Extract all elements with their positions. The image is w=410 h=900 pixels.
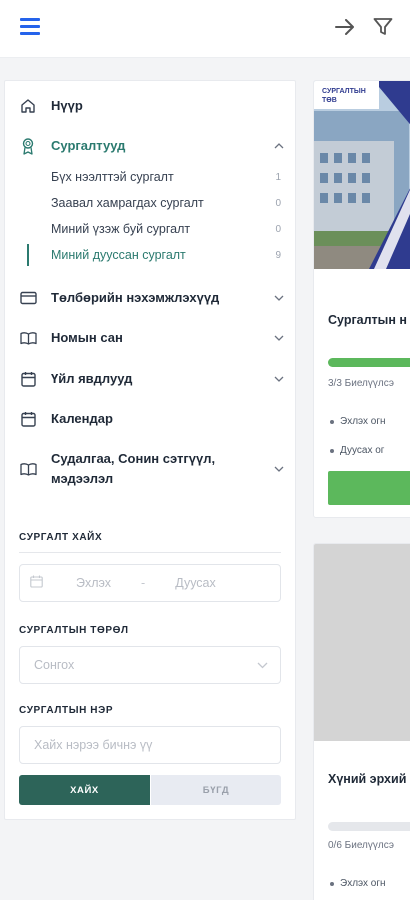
image-caption: СУРГАЛТЫН ТӨВ <box>322 87 366 105</box>
course-title[interactable]: Сургалтын н <box>328 313 407 327</box>
end-date-item: Дуусах ог <box>329 445 385 456</box>
course-action-button[interactable] <box>328 471 410 505</box>
submenu-label: Миний дууссан сургалт <box>51 248 186 262</box>
search-button[interactable]: ХАЙХ <box>19 775 150 805</box>
top-actions <box>332 14 396 40</box>
home-icon <box>19 97 37 115</box>
trainings-submenu: Бүх нээлттэй сургалт 1 Заавал хамрагдах … <box>25 164 285 268</box>
type-select-value: Сонгох <box>34 658 75 672</box>
type-select[interactable]: Сонгох <box>19 646 281 684</box>
name-input[interactable]: Хайх нэрээ бичнэ үү <box>19 726 281 764</box>
submenu-label: Заавал хамрагдах сургалт <box>51 196 204 210</box>
start-date-item: Эхлэх огн <box>330 878 386 889</box>
submenu-label: Миний үзэж буй сургалт <box>51 222 191 236</box>
sidebar: Нүүр Сургалтууд Бүх нээлттэй сургалт 1 З… <box>4 80 296 820</box>
chevron-up-icon[interactable] <box>273 140 285 152</box>
nav-item-calendar[interactable]: Календар <box>19 409 285 429</box>
chevron-down-icon[interactable] <box>273 373 285 385</box>
nav-item-events[interactable]: Үйл явдлууд <box>19 369 285 389</box>
chevron-down-icon[interactable] <box>273 292 285 304</box>
calendar-icon <box>19 410 37 428</box>
course-card[interactable]: СУРГАЛТЫН ТӨВ Сургалтын н 3/3 Биелүүлсэ … <box>313 80 410 518</box>
submenu-item-watching[interactable]: Миний үзэж буй сургалт 0 <box>25 216 285 242</box>
date-separator: - <box>141 576 146 590</box>
submenu-item-completed[interactable]: Миний дууссан сургалт 9 <box>25 242 285 268</box>
nav-label-research-line2: мэдээлэл <box>51 471 114 486</box>
search-section-title: СУРГАЛТ ХАЙХ <box>19 532 103 543</box>
nav-label-home: Нүүр <box>51 98 83 113</box>
nav-label-calendar: Календар <box>51 411 113 426</box>
progress-label: 0/6 Биелүүлсэ <box>328 840 394 851</box>
submenu-item-open[interactable]: Бүх нээлттэй сургалт 1 <box>25 164 285 190</box>
type-label: СУРГАЛТЫН ТӨРӨЛ <box>19 625 129 636</box>
progress-fill <box>328 358 410 367</box>
image-caption-line2: ТӨВ <box>322 97 337 104</box>
course-title[interactable]: Хүний эрхий <box>328 772 406 786</box>
submenu-count: 0 <box>275 223 281 235</box>
book-icon <box>19 460 37 478</box>
submenu-count: 1 <box>275 171 281 183</box>
filter-buttons: ХАЙХ БҮГД <box>19 775 281 805</box>
course-progress-bar <box>328 822 410 831</box>
submenu-count: 9 <box>275 249 281 261</box>
book-icon <box>19 329 37 347</box>
chevron-down-icon <box>257 658 268 672</box>
all-button[interactable]: БҮГД <box>150 775 281 805</box>
name-label: СУРГАЛТЫН НЭР <box>19 705 114 716</box>
nav-item-library[interactable]: Номын сан <box>19 328 285 348</box>
nav-label-research: Судалгаа, Сонин сэтгүүл, мэдээлэл <box>51 449 273 489</box>
course-card[interactable]: Хүний эрхий 0/6 Биелүүлсэ Эхлэх огн <box>313 543 410 900</box>
start-date-item: Эхлэх огн <box>330 416 386 427</box>
nav-label-payments: Төлбөрийн нэхэмжлэхүүд <box>51 290 220 305</box>
nav-item-trainings[interactable]: Сургалтууд <box>19 136 285 156</box>
nav-label-library: Номын сан <box>51 330 123 345</box>
chevron-down-icon[interactable] <box>273 332 285 344</box>
submenu-item-required[interactable]: Заавал хамрагдах сургалт 0 <box>25 190 285 216</box>
chevron-down-icon[interactable] <box>273 463 285 475</box>
submenu-label: Бүх нээлттэй сургалт <box>51 170 174 184</box>
nav-item-home[interactable]: Нүүр <box>19 96 285 116</box>
arrow-right-icon[interactable] <box>332 14 358 40</box>
date-end-input[interactable]: Дуусах <box>175 576 216 590</box>
filter-icon[interactable] <box>370 14 396 40</box>
nav-label-trainings: Сургалтууд <box>51 138 126 153</box>
nav-item-research[interactable]: Судалгаа, Сонин сэтгүүл, мэдээлэл <box>19 449 285 489</box>
date-range-field[interactable]: Эхлэх - Дуусах <box>19 564 281 602</box>
date-start-input[interactable]: Эхлэх <box>76 576 111 590</box>
progress-label: 3/3 Биелүүлсэ <box>328 378 394 389</box>
submenu-count: 0 <box>275 197 281 209</box>
hamburger-icon[interactable] <box>20 18 40 36</box>
nav-label-events: Үйл явдлууд <box>51 371 133 386</box>
credit-card-icon <box>19 289 37 307</box>
course-progress-bar <box>328 358 410 367</box>
divider <box>19 552 281 553</box>
course-image-placeholder <box>314 544 410 741</box>
nav-item-payments[interactable]: Төлбөрийн нэхэмжлэхүүд <box>19 288 285 308</box>
course-image: СУРГАЛТЫН ТӨВ <box>314 81 410 269</box>
calendar-icon <box>30 575 46 591</box>
calendar-icon <box>19 370 37 388</box>
nav-label-research-line1: Судалгаа, Сонин сэтгүүл, <box>51 451 216 466</box>
award-icon <box>19 137 37 155</box>
image-caption-line1: СУРГАЛТЫН <box>322 88 366 95</box>
top-bar <box>0 0 410 58</box>
